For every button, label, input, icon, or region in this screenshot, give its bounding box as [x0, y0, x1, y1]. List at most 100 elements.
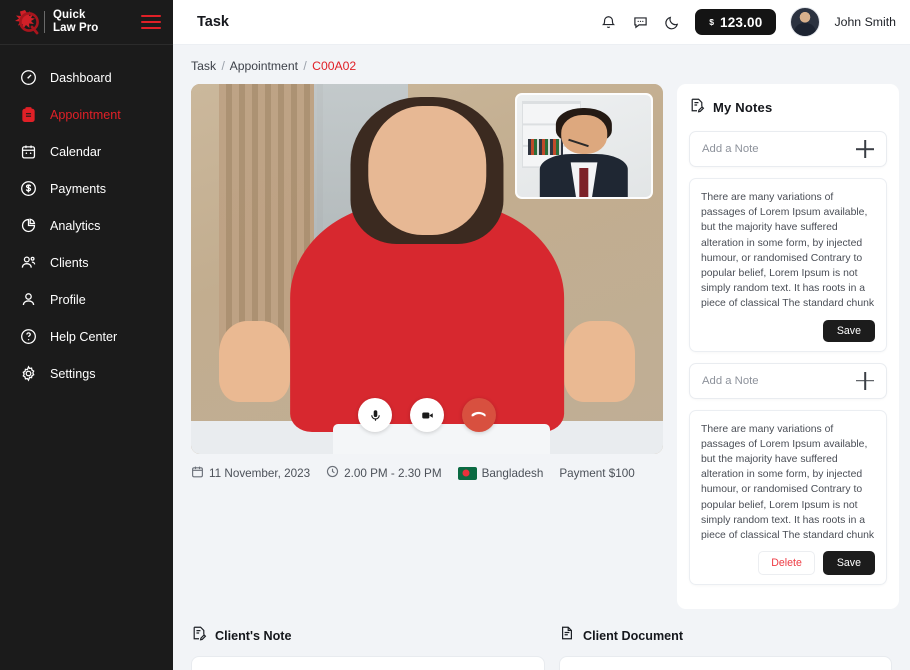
client-document-column: Client Document PDF: [559, 625, 892, 670]
delete-button[interactable]: Delete: [758, 551, 815, 576]
clock-icon: [326, 465, 339, 481]
save-button[interactable]: Save: [822, 319, 875, 342]
breadcrumb-item-task[interactable]: Task: [191, 59, 216, 73]
my-notes-header: My Notes: [689, 97, 887, 118]
plus-icon[interactable]: [856, 372, 874, 390]
pip-tie: [579, 168, 589, 197]
phone-hangup-icon[interactable]: [462, 398, 496, 432]
clipboard-icon: [20, 106, 37, 123]
meta-country: Bangladesh: [457, 466, 544, 480]
brand-line-1: Quick: [53, 9, 86, 21]
sidebar-item-label: Appointment: [50, 107, 121, 122]
sidebar-item-clients[interactable]: Clients: [0, 244, 173, 281]
note-edit-icon: [689, 97, 705, 118]
note-text: There are many variations of passages of…: [701, 423, 875, 542]
meta-payment-text: Payment $100: [559, 466, 635, 480]
users-icon: [20, 254, 37, 271]
bangladesh-flag-icon: [457, 466, 477, 480]
calendar-icon: [20, 143, 37, 160]
document-icon: [559, 625, 575, 646]
video-hair: [350, 96, 504, 244]
pie-chart-icon: [20, 217, 37, 234]
client-note-column: Client's Note Get the most out of your s…: [191, 625, 545, 670]
sidebar-item-label: Calendar: [50, 144, 102, 159]
client-document-box: PDF Immigraiotn... P: [559, 656, 892, 670]
notification-bell-icon[interactable]: [599, 13, 617, 31]
sidebar-item-label: Help Center: [50, 329, 118, 344]
topbar-actions: $ 123.00 John Smith: [599, 7, 896, 37]
save-button[interactable]: Save: [822, 551, 875, 576]
add-note-input[interactable]: [702, 143, 856, 155]
sidebar-item-appointment[interactable]: Appointment: [0, 96, 173, 133]
pip-face: [561, 115, 607, 155]
sidebar-nav: Dashboard Appointment Calendar Payments …: [0, 45, 173, 392]
client-note-title: Client's Note: [215, 628, 292, 643]
sidebar-item-label: Profile: [50, 292, 86, 307]
breadcrumb-current: C00A02: [312, 59, 357, 73]
video-camera-icon[interactable]: [410, 398, 444, 432]
main-area: Task $ 123.00 John Smith Task / Appointm…: [173, 0, 910, 670]
sidebar-item-help-center[interactable]: Help Center: [0, 318, 173, 355]
breadcrumb: Task / Appointment / C00A02: [191, 59, 892, 73]
calendar-icon: [191, 465, 204, 481]
sidebar-item-profile[interactable]: Profile: [0, 281, 173, 318]
note-actions: Save: [701, 319, 875, 342]
sidebar-item-analytics[interactable]: Analytics: [0, 207, 173, 244]
avatar[interactable]: [790, 7, 821, 37]
sidebar-item-dashboard[interactable]: Dashboard: [0, 59, 173, 96]
meta-time: 2.00 PM - 2.30 PM: [326, 465, 442, 481]
microphone-icon[interactable]: [358, 398, 392, 432]
video-hand-right: [563, 320, 635, 403]
pip-books: [527, 138, 563, 156]
balance-amount: 123.00: [719, 14, 763, 30]
video-call-stage: [191, 84, 663, 454]
sidebar: Quick Law Pro Dashboard Appointment Cale…: [0, 0, 173, 670]
speedometer-icon: [20, 69, 37, 86]
note-card: There are many variations of passages of…: [689, 178, 887, 352]
question-circle-icon: [20, 328, 37, 345]
sidebar-item-label: Settings: [50, 366, 96, 381]
breadcrumb-separator: /: [221, 59, 225, 73]
video-hand-left: [219, 320, 291, 403]
plus-icon[interactable]: [856, 140, 874, 158]
my-notes-panel: My Notes There are many variations of pa…: [677, 84, 899, 610]
client-document-title: Client Document: [583, 628, 684, 643]
client-document-header: Client Document: [559, 625, 892, 646]
add-note-row[interactable]: [689, 131, 887, 167]
note-actions: Delete Save: [701, 551, 875, 576]
gear-icon: [20, 365, 37, 382]
add-note-row[interactable]: [689, 362, 887, 399]
user-icon: [20, 291, 37, 308]
add-note-input[interactable]: [702, 374, 856, 387]
sidebar-item-label: Clients: [50, 255, 89, 270]
balance-currency: $: [709, 17, 714, 27]
hamburger-icon[interactable]: [141, 14, 161, 30]
self-view-video[interactable]: [515, 93, 653, 199]
dollar-circle-icon: [20, 180, 37, 197]
balance-badge[interactable]: $ 123.00: [695, 9, 777, 35]
top-bar: Task $ 123.00 John Smith: [173, 0, 910, 45]
video-column: 11 November, 2023 2.00 PM - 2.30 PM Bang…: [191, 84, 663, 481]
sidebar-item-calendar[interactable]: Calendar: [0, 133, 173, 170]
chat-bubble-icon[interactable]: [631, 13, 649, 31]
meta-date-text: 11 November, 2023: [209, 466, 311, 480]
sidebar-item-label: Dashboard: [50, 70, 112, 85]
meta-time-text: 2.00 PM - 2.30 PM: [344, 466, 442, 480]
meta-date: 11 November, 2023: [191, 465, 310, 481]
brand-header: Quick Law Pro: [0, 0, 173, 45]
lower-row: Client's Note Get the most out of your s…: [191, 625, 892, 670]
app-root: Quick Law Pro Dashboard Appointment Cale…: [0, 0, 910, 670]
brand-name: Quick Law Pro: [53, 9, 98, 35]
appointment-meta: 11 November, 2023 2.00 PM - 2.30 PM Bang…: [191, 465, 663, 481]
breadcrumb-item-appointment[interactable]: Appointment: [230, 59, 298, 73]
client-note-box: Get the most out of your session by uplo…: [191, 656, 545, 670]
client-note-header: Client's Note: [191, 625, 545, 646]
sidebar-item-payments[interactable]: Payments: [0, 170, 173, 207]
sidebar-item-label: Analytics: [50, 218, 101, 233]
meta-country-text: Bangladesh: [481, 466, 544, 480]
maple-leaf-q-logo: [12, 8, 42, 36]
sidebar-item-settings[interactable]: Settings: [0, 355, 173, 392]
moon-icon[interactable]: [663, 13, 681, 31]
note-edit-icon: [191, 625, 207, 646]
brand-line-2: Law Pro: [53, 22, 99, 34]
